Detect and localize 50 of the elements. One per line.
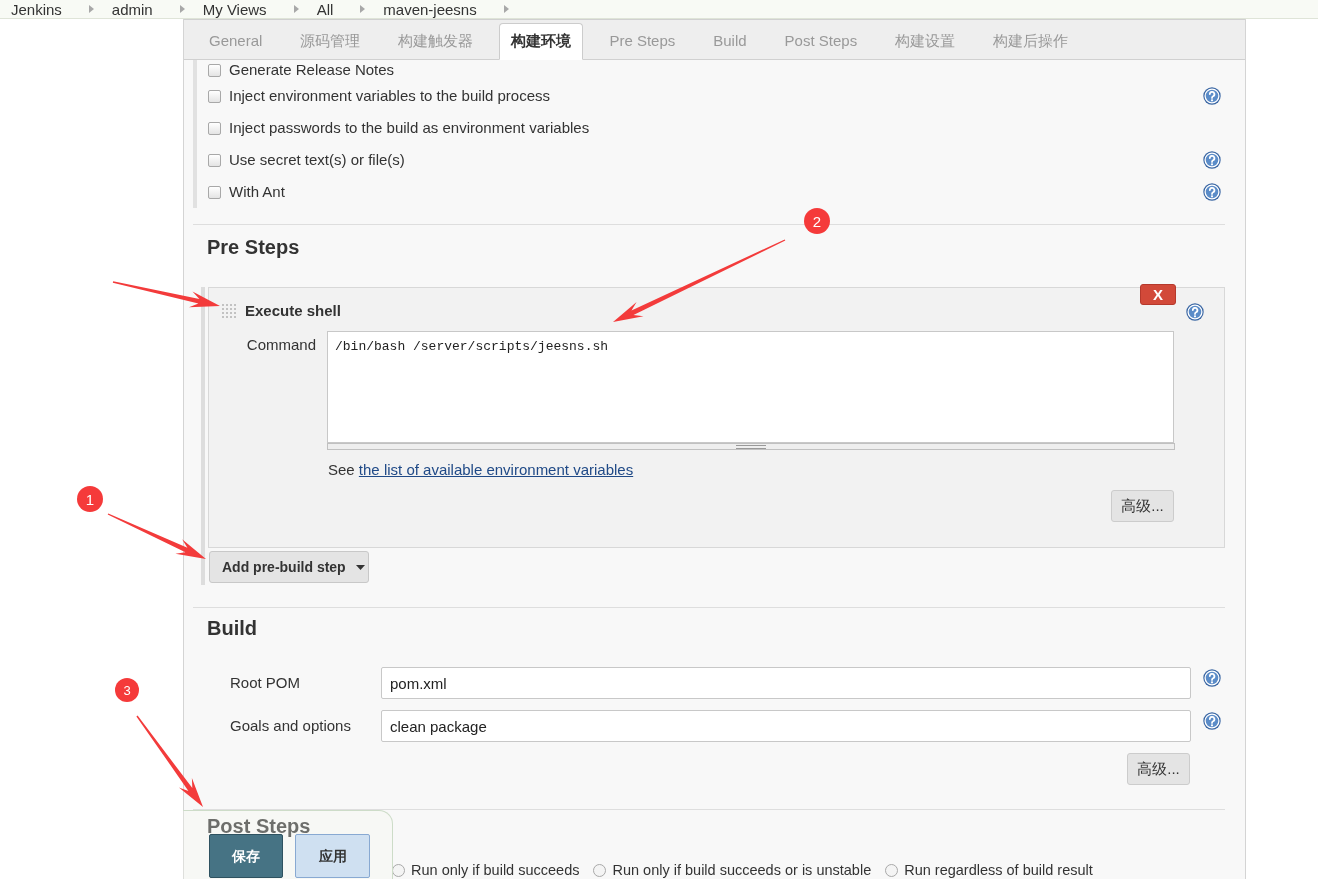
checkbox[interactable] (208, 89, 221, 103)
callout-number: 1 (77, 486, 103, 512)
text-field[interactable]: pom.xml (381, 667, 1191, 699)
breadcrumb-link[interactable]: maven-jeesns (383, 0, 477, 18)
breadcrumb-link[interactable]: All (316, 0, 334, 18)
text-field[interactable]: clean package (381, 710, 1191, 742)
field-label: Root POM (230, 674, 301, 692)
help-icon[interactable] (1203, 151, 1221, 169)
add-step-button[interactable]: Add pre-build step (209, 551, 369, 583)
checkbox-label: Inject environment variables to the build process (229, 87, 550, 105)
checkbox[interactable] (208, 121, 221, 135)
checkbox-label: Inject passwords to the build as environment variables (229, 119, 590, 137)
radio-label: Run only if build succeeds (411, 862, 580, 879)
resize-handle[interactable] (327, 443, 1175, 450)
field-label: Command (246, 336, 316, 354)
help-text: See the list of available environment variables (328, 461, 634, 479)
radio-button[interactable] (593, 864, 607, 877)
link[interactable]: the list of available environment variables (358, 461, 634, 478)
help-icon[interactable] (1203, 669, 1221, 687)
radio-label: Run regardless of build result (904, 862, 1093, 879)
command-field[interactable]: /bin/bash /server/scripts/jeesns.sh (327, 331, 1174, 443)
advanced-button[interactable]: 高级... (1127, 753, 1190, 785)
step-title: Execute shell (245, 302, 341, 320)
radio-button[interactable] (392, 864, 405, 877)
radio-label: Run only if build succeeds or is unstable (612, 862, 872, 879)
checkbox[interactable] (208, 153, 221, 167)
grip-icon[interactable] (222, 304, 236, 318)
field-label: Goals and options (230, 717, 351, 735)
breadcrumb-link[interactable]: Jenkins (11, 0, 62, 18)
help-icon[interactable] (1186, 303, 1204, 321)
delete-button[interactable]: X (1140, 284, 1176, 305)
breadcrumb-link[interactable]: admin (111, 0, 153, 18)
help-icon[interactable] (1203, 87, 1221, 105)
checkbox-label: With Ant (229, 183, 285, 201)
checkbox-label: Use secret text(s) or file(s) (229, 151, 405, 169)
section-heading: Pre Steps (207, 235, 300, 259)
checkbox-label: Generate Release Notes (229, 61, 395, 79)
apply-button[interactable]: 应用 (295, 834, 370, 878)
callout-number: 3 (115, 678, 139, 702)
tab[interactable]: 构建环境 (499, 23, 584, 60)
checkbox[interactable] (208, 185, 221, 199)
checkbox[interactable] (208, 63, 221, 77)
advanced-button[interactable]: 高级... (1111, 490, 1174, 522)
breadcrumb-link[interactable]: My Views (202, 0, 267, 18)
radio-button[interactable] (885, 864, 899, 877)
caret-icon[interactable] (355, 564, 365, 570)
help-icon[interactable] (1203, 183, 1221, 201)
save-button[interactable]: 保存 (209, 834, 283, 878)
section-heading: Build (207, 616, 257, 640)
help-icon[interactable] (1203, 712, 1221, 730)
